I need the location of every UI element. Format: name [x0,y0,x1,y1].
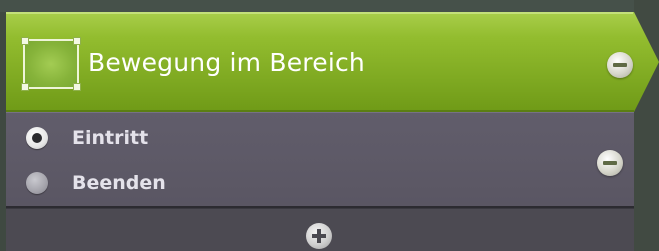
resize-handle-bottom-left [21,83,29,91]
add-condition-button[interactable] [306,223,332,249]
plus-circle-icon-vertical [317,229,321,243]
remove-trigger-button[interactable] [607,52,633,78]
trigger-header: Bewegung im Bereich [6,12,659,112]
radio-unselected-icon[interactable] [26,172,48,194]
trigger-panel: Bewegung im Bereich Eintritt Beenden [0,12,659,251]
option-label: Eintritt [72,127,149,149]
remove-condition-button[interactable] [597,150,623,176]
trigger-title: Bewegung im Bereich [88,48,365,77]
option-label: Beenden [72,172,166,194]
resize-handle-bottom-right [73,83,81,91]
resize-handle-top-right [73,37,81,45]
trigger-options: Eintritt Beenden [6,112,634,208]
background-top [0,0,659,12]
minus-circle-icon [613,63,627,67]
radio-selected-icon[interactable] [26,127,48,149]
minus-circle-icon [603,161,617,165]
area-selection-icon [21,37,81,91]
resize-handle-top-left [21,37,29,45]
trigger-footer [6,208,634,251]
